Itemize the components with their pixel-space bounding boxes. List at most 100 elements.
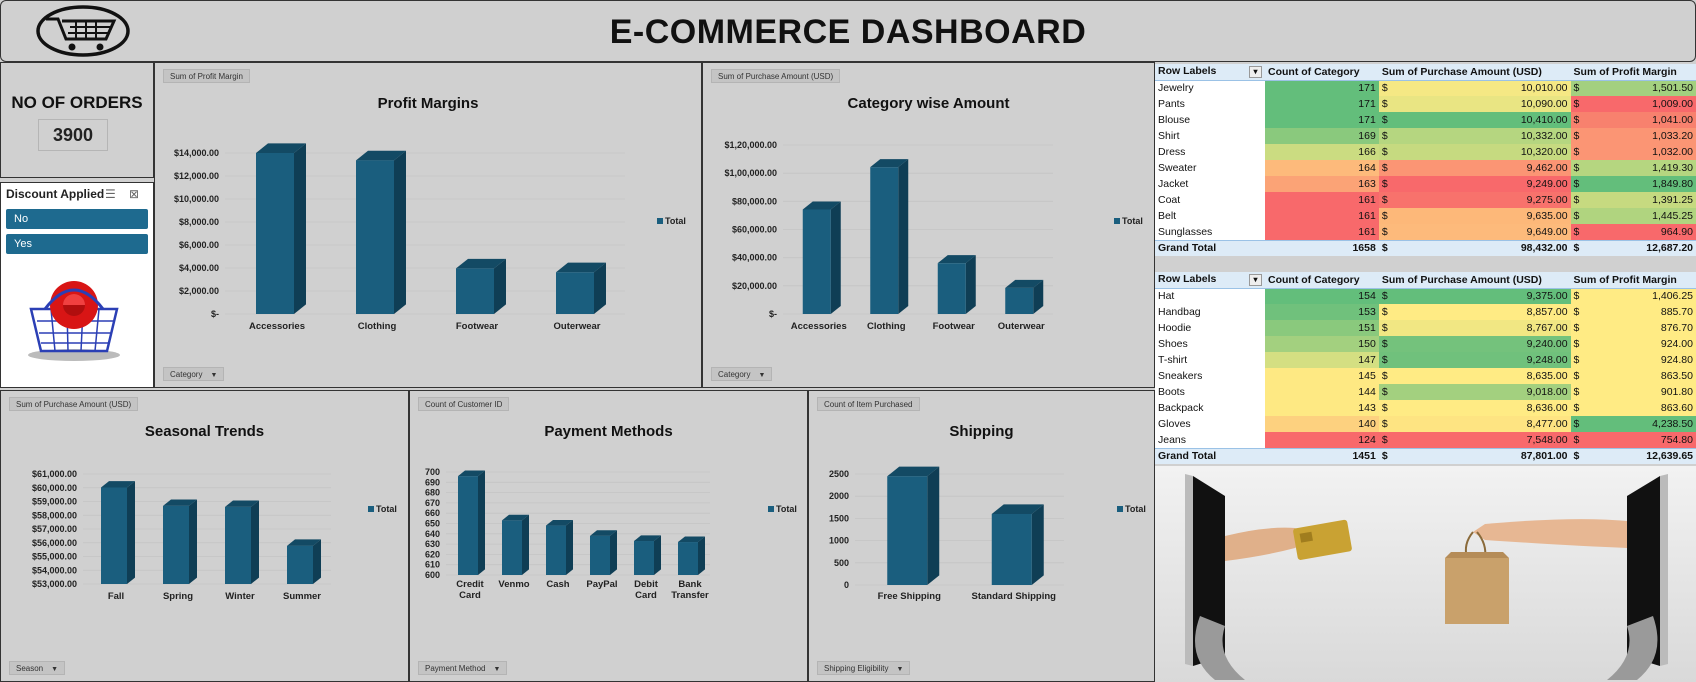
axis-field-label: Category [718,370,751,379]
y-tick-label: $6,000.00 [179,240,219,250]
currency-symbol: $ [1570,400,1583,416]
y-tick-label: $60,000.00 [32,483,77,493]
slicer-item-yes[interactable]: Yes [6,234,148,254]
chart-bar [1005,279,1044,314]
shipping-axis-button[interactable]: Shipping Eligibility ▼ [817,661,911,675]
currency-symbol: $ [1378,208,1391,224]
table-row: Sunglasses 161 $9,649.00 $964.90 [1155,224,1696,240]
x-category-label: Winter [225,591,255,602]
bar-front [802,209,831,314]
count-cell: 124 [1265,432,1379,448]
legend-label: Total [665,216,686,226]
filter-dropdown-icon[interactable]: ▾ [1249,66,1262,79]
currency-symbol: $ [1378,160,1391,176]
column-header-label: Count of Category [1268,273,1360,286]
row-label: Pants [1155,96,1265,112]
currency-symbol: $ [1378,224,1391,240]
y-tick-label: 700 [425,467,440,477]
table-row: Sweater 164 $9,462.00 $1,419.30 [1155,160,1696,176]
chart-bar [634,535,661,575]
currency-symbol: $ [1570,224,1583,240]
y-tick-label: $1,00,000.00 [724,168,777,178]
profit-margin-cell: 1,032.00 [1582,144,1696,160]
bar-side [522,514,529,575]
column-header: Count of Category [1265,272,1379,289]
column-header-label: Row Labels [1158,65,1217,78]
multi-select-icon[interactable]: ☰ [105,187,116,201]
count-cell: 166 [1265,144,1379,160]
currency-symbol: $ [1570,304,1583,320]
row-label: Jeans [1155,432,1265,448]
count-cell: 143 [1265,400,1379,416]
chart-bar [456,258,506,314]
payment-axis-button[interactable]: Payment Method ▼ [418,661,508,675]
slicer-item-no[interactable]: No [6,209,148,229]
bar-side [313,539,321,584]
count-cell: 171 [1265,80,1379,96]
currency-symbol: $ [1378,176,1391,192]
profit-margin-cell: 1,406.25 [1582,288,1696,304]
row-label: Belt [1155,208,1265,224]
grand-total-label: Grand Total [1155,447,1265,464]
purchase-amount-cell: 9,375.00 [1390,288,1571,304]
currency-symbol: $ [1378,96,1391,112]
y-tick-label: 600 [425,570,440,580]
currency-symbol: $ [1570,192,1583,208]
profit-margin-cell: 863.50 [1582,368,1696,384]
orders-label: NO OF ORDERS [11,93,143,112]
payment-methods-chart-panel: Count of Customer ID Payment Methods 600… [409,390,808,682]
season-axis-button[interactable]: Season ▼ [9,661,66,675]
count-cell: 150 [1265,336,1379,352]
row-label: Sweater [1155,160,1265,176]
currency-symbol: $ [1378,80,1391,96]
column-header[interactable]: Row Labels ▾ [1155,64,1265,81]
bar-side [294,143,306,314]
category-axis-button[interactable]: Category ▼ [711,367,773,381]
table-row: Sneakers 145 $8,635.00 $863.50 [1155,368,1696,384]
currency-symbol: $ [1570,176,1583,192]
profit-margin-cell: 863.60 [1582,400,1696,416]
profit-margin-cell: 4,238.50 [1582,416,1696,432]
category-pivot-table-1: Row Labels ▾ Count of Category Sum of Purch… [1155,64,1696,256]
x-category-label: Clothing [867,321,906,332]
x-category-label: Fall [108,591,124,602]
bar-side [654,535,661,575]
profit-margins-chart: $- $2,000.00 $4,000.00 $6,000.00 $8,000.00 $1… [174,143,686,332]
dropdown-arrow-icon: ▼ [896,666,904,673]
clear-filter-icon[interactable]: ⊠ [129,187,139,201]
bar-front [546,525,566,575]
grand-total-profit: 12,687.20 [1582,239,1696,256]
x-category-label: Cash [546,579,569,590]
row-label: Backpack [1155,400,1265,416]
discount-applied-slicer[interactable]: Discount Applied ☰ ⊠ No Yes [0,182,154,388]
chart-bar [870,159,909,314]
online-shopping-illustration [1155,466,1696,682]
row-label: Handbag [1155,304,1265,320]
column-header: Count of Category [1265,64,1379,81]
y-tick-label: $8,000.00 [179,217,219,227]
y-tick-label: $58,000.00 [32,510,77,520]
y-tick-label: 2000 [829,491,849,501]
x-category-label: Accessories [791,321,847,332]
purchase-amount-cell: 9,462.00 [1390,160,1571,176]
dashboard-header: E-COMMERCE DASHBOARD [0,0,1696,62]
seasonal-trends-chart-panel: Sum of Purchase Amount (USD) Seasonal Tr… [0,390,409,682]
category-axis-button[interactable]: Category ▼ [163,367,225,381]
row-label: Hoodie [1155,320,1265,336]
filter-dropdown-icon[interactable]: ▾ [1249,274,1262,287]
currency-symbol: $ [1378,384,1391,400]
row-label: Shirt [1155,128,1265,144]
x-category-label: Clothing [358,321,397,332]
column-header[interactable]: Row Labels ▾ [1155,272,1265,289]
y-tick-label: 620 [425,549,440,559]
x-category-label: Bank [678,579,702,590]
x-category-label: Debit [634,579,659,590]
bar-side [610,530,617,575]
row-label: Hat [1155,288,1265,304]
currency-symbol: $ [1378,112,1391,128]
currency-symbol: $ [1570,160,1583,176]
profit-margin-cell: 876.70 [1582,320,1696,336]
chart-bar [802,201,841,314]
dropdown-arrow-icon: ▼ [210,372,218,379]
currency-symbol: $ [1570,80,1583,96]
